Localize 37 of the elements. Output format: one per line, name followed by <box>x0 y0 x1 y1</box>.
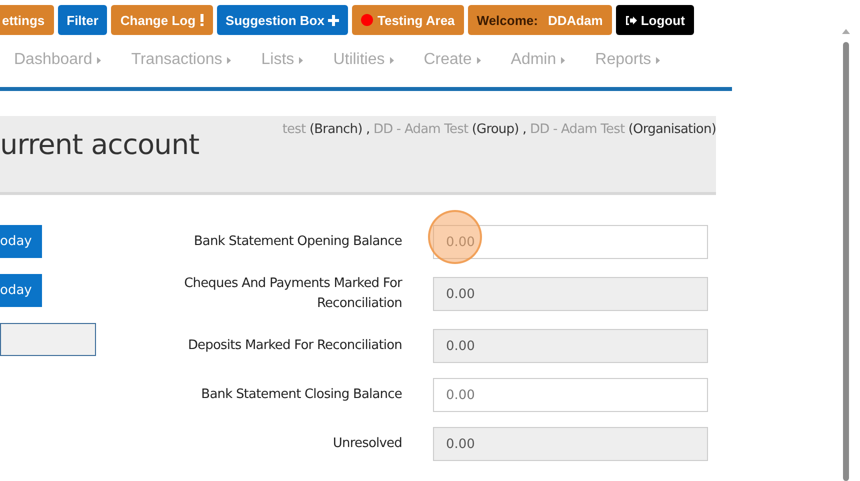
page-title: urrent account <box>0 128 200 163</box>
caret-icon <box>97 56 102 64</box>
field-label: Bank Statement Opening Balance <box>192 233 402 251</box>
breadcrumb-text: test (Branch) , DD - Adam Test (Group) , DD - Adam Test (Organisation) <box>282 122 716 139</box>
top-button[interactable]: Change Log <box>111 5 213 35</box>
caret-icon <box>227 56 232 64</box>
nav-menu-item[interactable]: Reports <box>595 51 660 69</box>
top-button[interactable]: Suggestion Box <box>216 5 348 35</box>
caret-icon <box>390 56 394 64</box>
field-label: Bank Statement Closing Balance <box>200 386 402 404</box>
field-label: Cheques And Payments Marked For Reconciliation <box>183 275 402 313</box>
caret-icon <box>476 56 481 64</box>
nav-menu-item[interactable]: Lists <box>261 51 304 69</box>
caret-icon <box>561 56 566 64</box>
nav-menu-item[interactable]: Transactions <box>131 51 232 69</box>
nav-menu-item[interactable]: Dashboard <box>14 51 102 69</box>
nav-menu-item[interactable]: Admin <box>510 51 566 69</box>
top-button[interactable]: Filter <box>58 5 108 35</box>
today-button[interactable]: oday <box>0 225 42 258</box>
plus-icon <box>328 14 340 26</box>
amount-field[interactable]: 0.00 <box>433 225 708 259</box>
nav-menu-item[interactable]: Utilities <box>333 51 394 69</box>
caret-icon <box>656 56 660 64</box>
exclamation-icon <box>200 14 204 26</box>
logout-icon <box>624 14 637 26</box>
top-button[interactable]: Welcome: DDAdam <box>468 5 612 35</box>
field-label: Deposits Marked For Reconciliation <box>186 337 402 355</box>
top-button[interactable]: Testing Area <box>352 5 464 35</box>
dot-icon <box>361 14 374 26</box>
today-button[interactable]: oday <box>0 274 42 307</box>
nav-menu-item[interactable]: Create <box>424 51 481 69</box>
caret-icon <box>299 56 304 64</box>
top-button[interactable]: ettings <box>0 5 54 35</box>
top-button[interactable]: Logout <box>616 5 694 35</box>
field-label: Unresolved <box>332 435 402 453</box>
input-field[interactable] <box>0 323 96 356</box>
amount-field[interactable]: 0.00 <box>433 378 708 412</box>
